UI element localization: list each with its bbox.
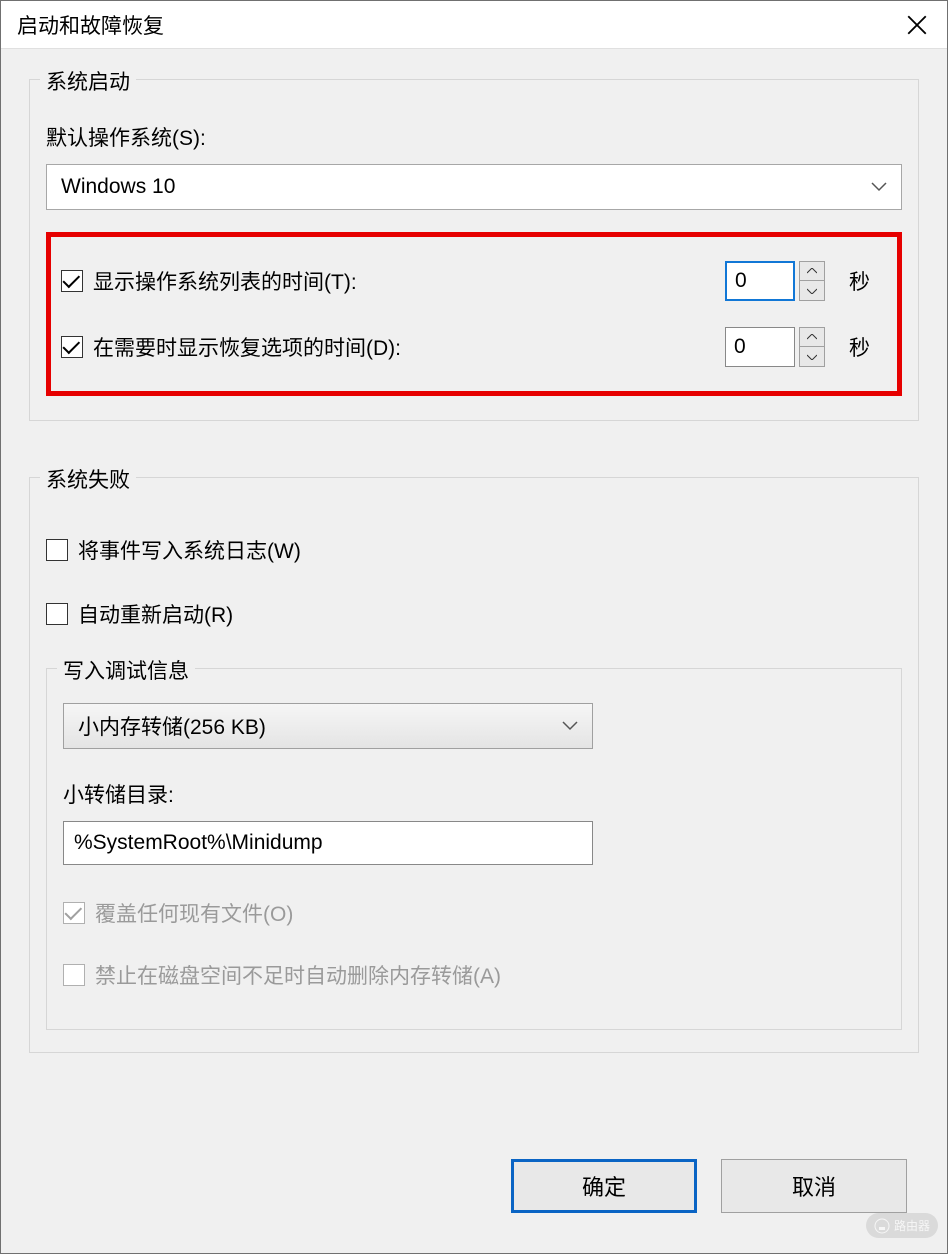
inner-legend: 写入调试信息 [57, 655, 195, 685]
chevron-down-icon [871, 182, 887, 192]
show-os-list-checkbox[interactable] [61, 270, 83, 292]
router-icon [874, 1218, 890, 1234]
seconds-unit: 秒 [849, 332, 883, 362]
recovery-spinner: 秒 [725, 327, 883, 367]
watermark-text: 路由器 [894, 1217, 930, 1234]
system-startup-group: 系统启动 默认操作系统(S): Windows 10 显示操作系统列表的时间(T… [29, 79, 919, 421]
write-event-row: 将事件写入系统日志(W) [46, 526, 902, 574]
no-auto-delete-label: 禁止在磁盘空间不足时自动删除内存转储(A) [95, 960, 885, 990]
close-icon [907, 15, 927, 35]
show-recovery-checkbox[interactable] [61, 336, 83, 358]
write-event-label: 将事件写入系统日志(W) [78, 535, 902, 565]
default-os-combo[interactable]: Windows 10 [46, 164, 902, 210]
dump-type-value: 小内存转储(256 KB) [78, 711, 266, 741]
close-button[interactable] [887, 1, 947, 49]
group-legend: 系统启动 [40, 66, 136, 96]
dialog-footer: 确定 取消 [1, 1159, 947, 1253]
default-os-label: 默认操作系统(S): [46, 122, 902, 152]
os-list-spinner: 秒 [725, 261, 883, 301]
cancel-button[interactable]: 取消 [721, 1159, 907, 1213]
write-event-checkbox[interactable] [46, 539, 68, 561]
recovery-time-input[interactable] [725, 327, 795, 367]
overwrite-row: 覆盖任何现有文件(O) [63, 889, 885, 937]
auto-restart-row: 自动重新启动(R) [46, 590, 902, 638]
os-list-time-input[interactable] [725, 261, 795, 301]
group-legend: 系统失败 [40, 464, 136, 494]
debug-info-group: 写入调试信息 小内存转储(256 KB) 小转储目录: 覆盖任何现有文件(O) … [46, 668, 902, 1030]
overwrite-checkbox [63, 902, 85, 924]
chevron-down-icon [562, 721, 578, 731]
seconds-unit: 秒 [849, 266, 883, 296]
no-auto-delete-checkbox [63, 964, 85, 986]
dialog-content: 系统启动 默认操作系统(S): Windows 10 显示操作系统列表的时间(T… [1, 49, 947, 1159]
no-auto-delete-row: 禁止在磁盘空间不足时自动删除内存转储(A) [63, 951, 885, 999]
auto-restart-label: 自动重新启动(R) [78, 599, 902, 629]
titlebar: 启动和故障恢复 [1, 1, 947, 49]
overwrite-label: 覆盖任何现有文件(O) [95, 898, 885, 928]
show-recovery-row: 在需要时显示恢复选项的时间(D): 秒 [61, 323, 883, 371]
show-os-list-row: 显示操作系统列表的时间(T): 秒 [61, 257, 883, 305]
watermark-badge: 路由器 [866, 1213, 938, 1238]
highlight-annotation: 显示操作系统列表的时间(T): 秒 在需要时显示恢复选项的时间(D): [46, 232, 902, 396]
spin-down-button[interactable] [799, 281, 825, 301]
dialog-title: 启动和故障恢复 [17, 10, 887, 40]
dump-dir-input[interactable] [63, 821, 593, 865]
startup-recovery-dialog: 启动和故障恢复 系统启动 默认操作系统(S): Windows 10 显示操作系… [0, 0, 948, 1254]
default-os-value: Windows 10 [61, 175, 175, 199]
spin-up-button[interactable] [799, 261, 825, 281]
spin-up-button[interactable] [799, 327, 825, 347]
ok-button[interactable]: 确定 [511, 1159, 697, 1213]
show-os-list-label: 显示操作系统列表的时间(T): [93, 266, 725, 296]
dump-dir-label: 小转储目录: [63, 779, 885, 809]
system-failure-group: 系统失败 将事件写入系统日志(W) 自动重新启动(R) 写入调试信息 小内存转储… [29, 477, 919, 1053]
auto-restart-checkbox[interactable] [46, 603, 68, 625]
show-recovery-label: 在需要时显示恢复选项的时间(D): [93, 332, 725, 362]
spin-down-button[interactable] [799, 347, 825, 367]
dump-type-combo[interactable]: 小内存转储(256 KB) [63, 703, 593, 749]
